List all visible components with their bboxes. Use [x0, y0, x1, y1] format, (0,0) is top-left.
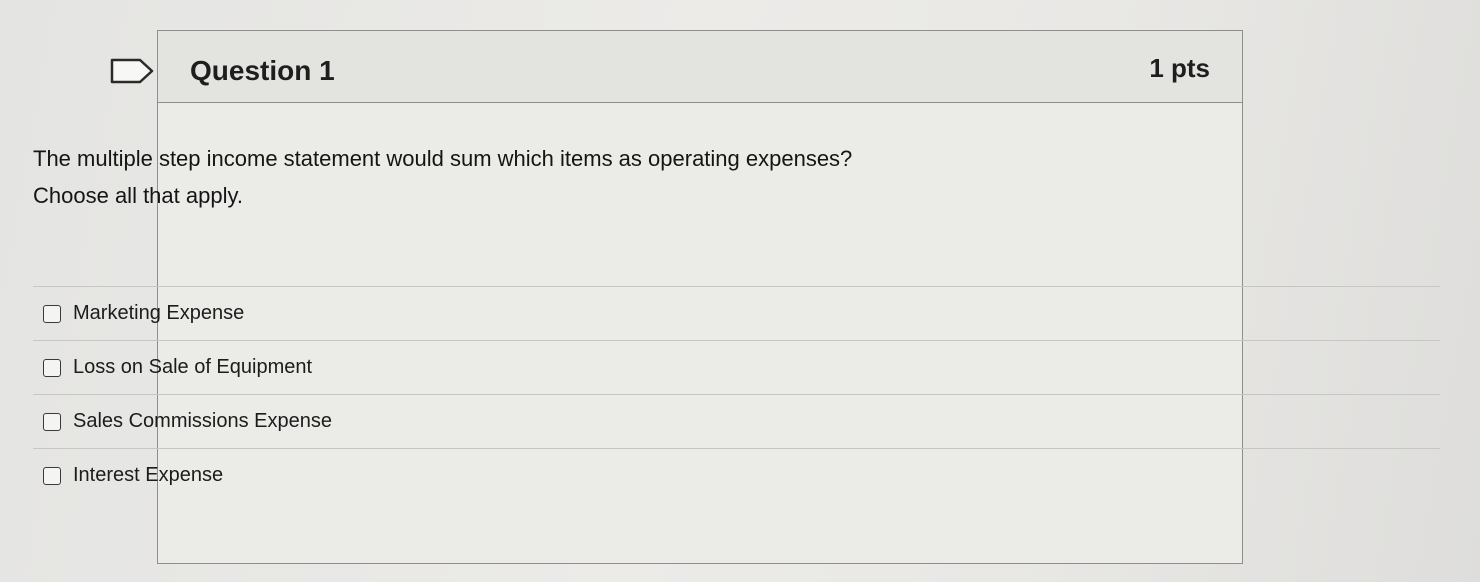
- answer-checkbox[interactable]: [43, 358, 61, 377]
- answer-option-marketing-expense[interactable]: Marketing Expense: [33, 287, 1440, 341]
- answer-option-interest-expense[interactable]: Interest Expense: [33, 449, 1440, 502]
- question-prompt: The multiple step income statement would…: [33, 140, 1043, 214]
- question-prompt-text: The multiple step income statement would…: [33, 146, 853, 171]
- answer-checkbox[interactable]: [43, 304, 61, 323]
- answer-label[interactable]: Loss on Sale of Equipment: [73, 356, 312, 379]
- answer-label[interactable]: Marketing Expense: [73, 302, 244, 325]
- question-title: Question 1: [190, 55, 335, 86]
- answer-checkbox[interactable]: [43, 412, 61, 431]
- answer-label[interactable]: Interest Expense: [73, 464, 223, 487]
- question-points: 1 pts: [1149, 53, 1210, 83]
- flag-question-icon[interactable]: [110, 58, 154, 84]
- question-header: Question 1 1 pts: [158, 31, 1242, 103]
- answer-list: Marketing Expense Loss on Sale of Equipm…: [33, 286, 1440, 502]
- answer-label[interactable]: Sales Commissions Expense: [73, 410, 332, 433]
- answer-option-sales-commissions[interactable]: Sales Commissions Expense: [33, 395, 1440, 449]
- answer-checkbox[interactable]: [43, 466, 61, 485]
- answer-option-loss-on-sale[interactable]: Loss on Sale of Equipment: [33, 341, 1440, 395]
- question-instruction-text: Choose all that apply.: [33, 183, 243, 208]
